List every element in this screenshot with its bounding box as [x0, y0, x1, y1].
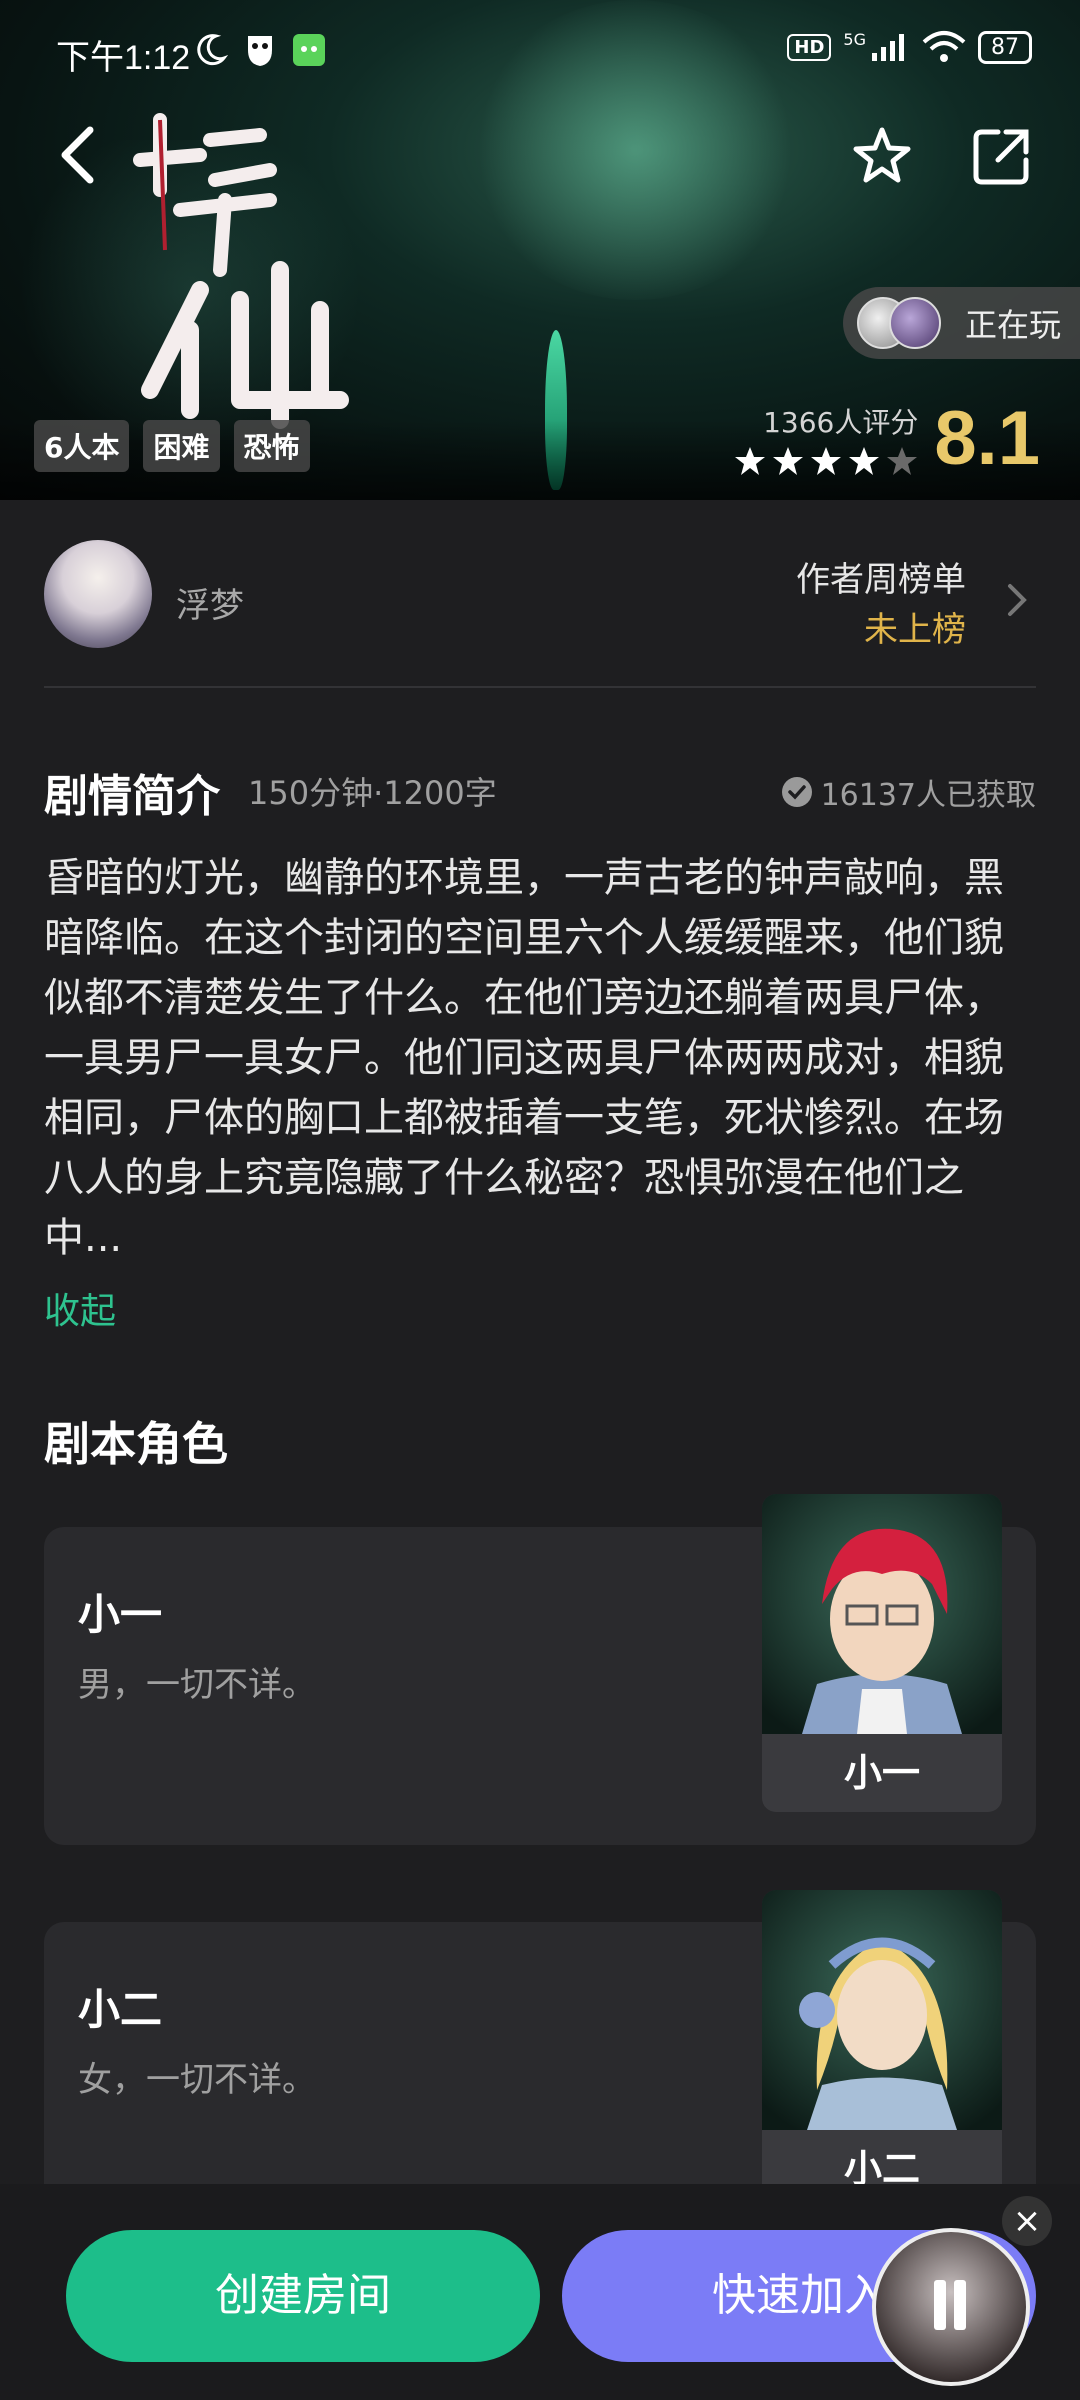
now-playing-pill[interactable]: 正在玩 [843, 287, 1080, 359]
title-calligraphy-art [133, 113, 349, 429]
player-avatar [889, 297, 941, 349]
pause-icon[interactable] [934, 2280, 970, 2330]
collapse-link[interactable]: 收起 [44, 1282, 116, 1334]
script-tags: 6人本 困难 恐怖 [34, 420, 310, 472]
star-filled-icon [811, 446, 842, 475]
author-name[interactable]: 浮梦 [176, 578, 244, 627]
star-filled-icon [773, 446, 804, 475]
synopsis-header: 剧情简介 150分钟·1200字 16137人已获取 [44, 760, 1036, 822]
role-portrait-image [762, 1494, 1002, 1734]
role-description: 男，一切不详。 [78, 1665, 316, 1705]
synopsis-heading: 剧情简介 [44, 771, 220, 822]
tag-genre: 恐怖 [233, 420, 310, 472]
role-portrait-image [762, 1890, 1002, 2130]
star-filled-icon [735, 446, 766, 475]
rating-count: 1366人评分 [763, 405, 919, 439]
synopsis-meta: 150分钟·1200字 [248, 774, 497, 812]
author-row[interactable]: 浮梦 作者周榜单 未上榜 [44, 540, 1036, 690]
back-button[interactable] [50, 120, 110, 190]
author-rank-status: 未上榜 [864, 610, 966, 650]
author-rank-title: 作者周榜单 [796, 560, 966, 600]
author-avatar[interactable] [44, 540, 152, 648]
role-description: 女，一切不详。 [78, 2060, 316, 2100]
status-bar: 下午1:12 HD 5G 87 [0, 0, 1080, 100]
acquired-count: 16137人已获取 [781, 770, 1036, 814]
signal-icon [872, 34, 904, 61]
create-room-button[interactable]: 创建房间 [66, 2230, 540, 2362]
status-time: 下午1:12 [56, 39, 191, 77]
role-name: 小一 [78, 1590, 163, 1639]
role-name: 小二 [78, 1985, 163, 2034]
role-portrait[interactable]: 小一 [762, 1494, 1002, 1812]
signal-label: 5G [843, 30, 866, 49]
app-notification-icon [293, 34, 325, 66]
role-portrait[interactable]: 小二 [762, 1890, 1002, 2208]
roles-heading: 剧本角色 [44, 1417, 228, 1471]
tag-difficulty: 困难 [143, 420, 220, 472]
floating-audio-player[interactable] [872, 2228, 1030, 2386]
synopsis-text: 昏暗的灯光，幽静的环境里，一声古老的钟声敲响，黑暗降临。在这个封闭的空间里六个人… [44, 855, 1004, 1261]
share-icon[interactable] [970, 124, 1034, 188]
chevron-right-icon[interactable] [1002, 580, 1032, 620]
mask-icon [248, 36, 272, 66]
favorite-star-icon[interactable] [850, 124, 914, 188]
rating-score: 8.1 [934, 396, 1040, 481]
hd-badge: HD [787, 33, 832, 61]
acquired-count-label: 16137人已获取 [820, 778, 1036, 813]
role-portrait-label: 小一 [762, 1734, 1002, 1812]
wifi-icon [922, 31, 966, 62]
battery-indicator: 87 [978, 30, 1032, 64]
now-playing-label: 正在玩 [965, 306, 1062, 344]
tag-players: 6人本 [34, 420, 130, 472]
rating-stars [734, 445, 918, 477]
divider [44, 686, 1036, 688]
moon-icon [197, 34, 228, 66]
check-circle-icon [781, 777, 812, 807]
close-icon[interactable]: × [1002, 2196, 1052, 2246]
star-empty-icon [887, 446, 918, 475]
rating-block[interactable]: 1366人评分 8.1 [734, 395, 1040, 482]
star-filled-icon [849, 446, 880, 475]
